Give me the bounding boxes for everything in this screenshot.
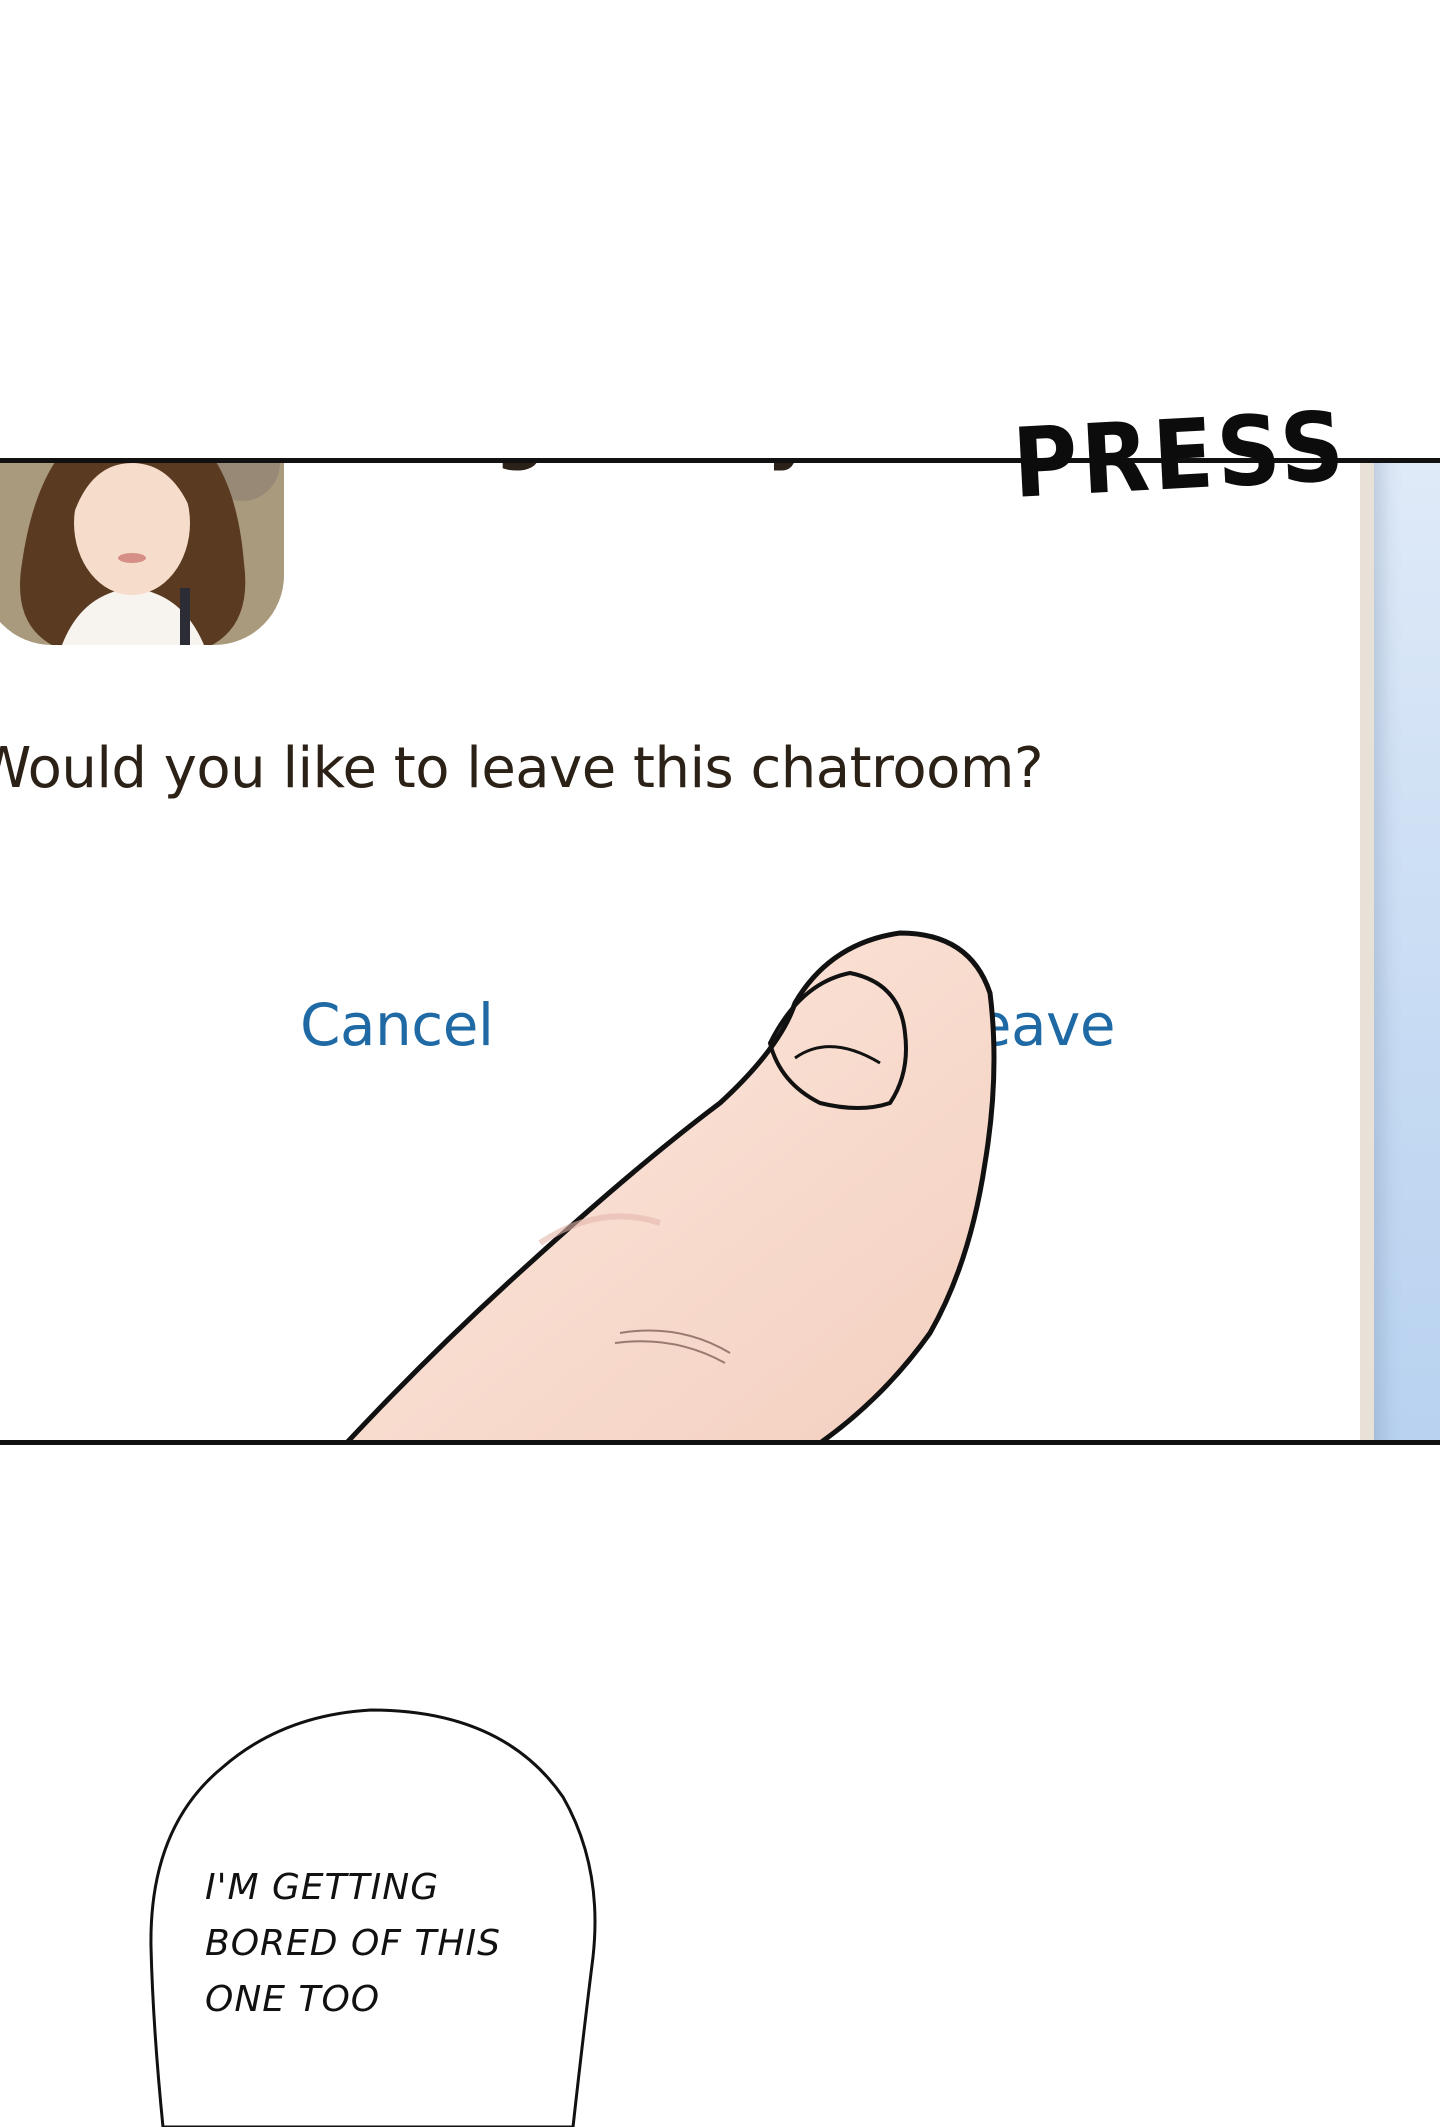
bubble-line: ONE TOO bbox=[205, 1979, 381, 2020]
comic-panel: Song Chaeyeon Would you like to leave th… bbox=[0, 458, 1440, 1445]
speech-bubble-text: I'M GETTING BORED OF THIS ONE TOO bbox=[205, 1860, 565, 2028]
contact-name: Song Chaeyeon bbox=[345, 463, 960, 472]
bubble-line: BORED OF THIS bbox=[205, 1923, 501, 1964]
press-sound-effect: PRESS bbox=[1010, 390, 1351, 520]
bubble-line: I'M GETTING bbox=[205, 1867, 440, 1908]
contact-avatar bbox=[0, 463, 284, 645]
leave-button[interactable]: Leave bbox=[945, 991, 1116, 1059]
leave-chat-dialog: Song Chaeyeon Would you like to leave th… bbox=[0, 463, 1360, 1440]
leave-question: Would you like to leave this chatroom? bbox=[0, 736, 1044, 801]
avatar-woman-icon bbox=[0, 463, 284, 645]
cancel-button[interactable]: Cancel bbox=[300, 991, 494, 1059]
